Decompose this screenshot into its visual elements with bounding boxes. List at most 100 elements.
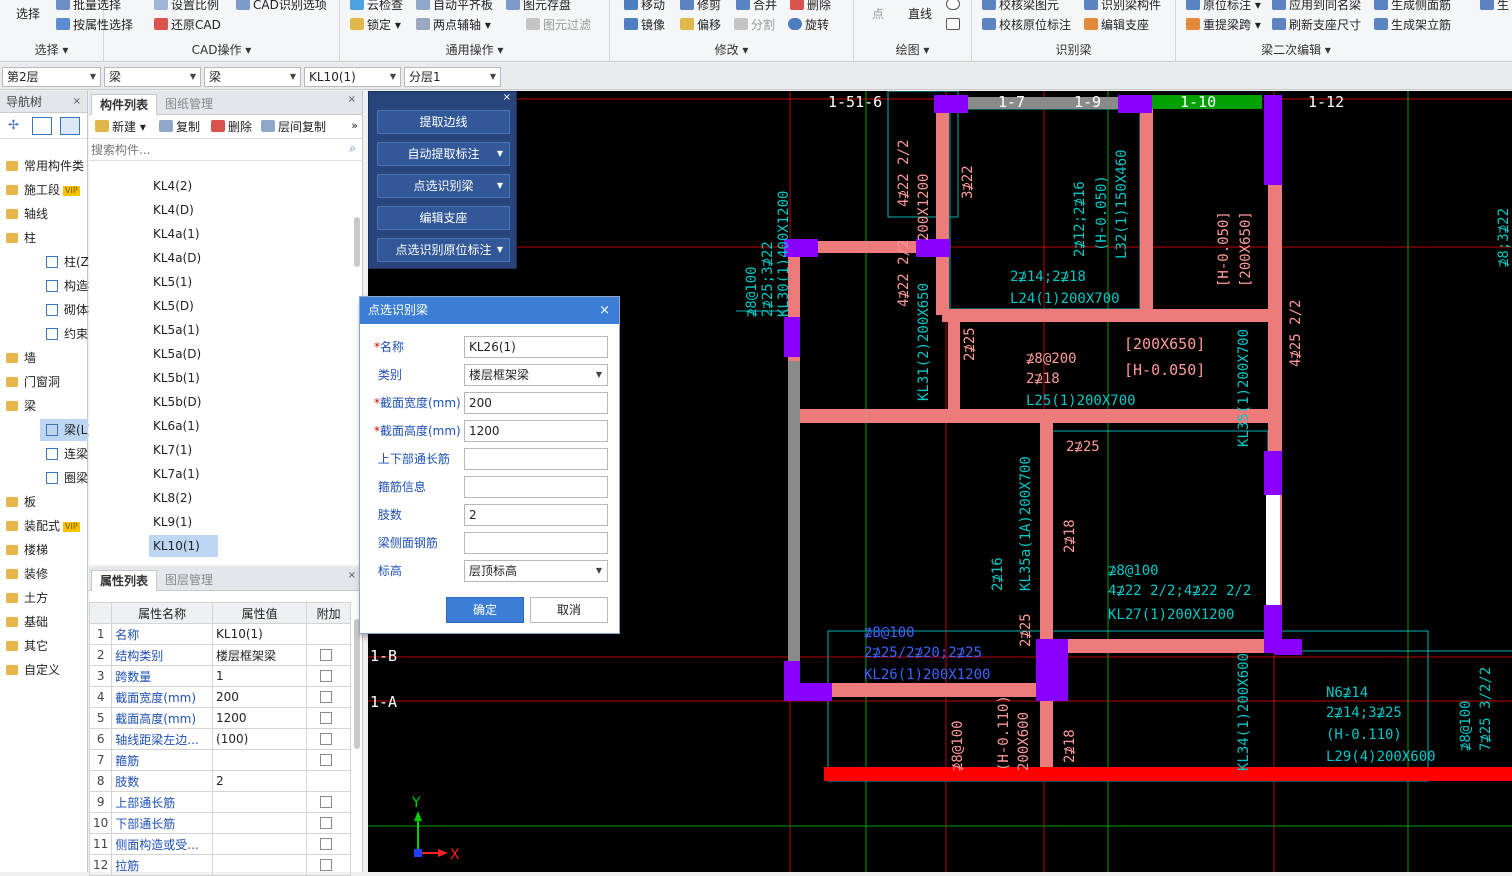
nav-item[interactable]: 楼梯 — [0, 539, 48, 561]
offset-button[interactable]: 偏移 — [680, 17, 721, 33]
checkbox[interactable] — [320, 691, 333, 703]
copy-between-floors-button[interactable]: 层间复制 — [261, 119, 326, 135]
set-scale-button[interactable]: 设置比例 — [154, 0, 219, 13]
tab-property-list[interactable]: 属性列表 — [91, 570, 158, 591]
table-row[interactable]: 2 结构类别 楼层框架梁 — [88, 644, 351, 666]
ribbon-group-label[interactable]: 梁二次编辑 ▾ — [1176, 41, 1416, 58]
nav-item[interactable]: 轴线 — [0, 203, 48, 225]
search-icon[interactable]: ⌕ — [349, 141, 356, 156]
nav-item[interactable]: 板 — [0, 491, 36, 513]
scrollbar[interactable] — [354, 619, 360, 749]
rect-button[interactable] — [946, 17, 963, 33]
apply-same-name-button[interactable]: 应用到同名梁 — [1272, 0, 1361, 13]
checkbox[interactable] — [320, 733, 333, 745]
property-value[interactable]: 1 — [212, 665, 308, 687]
nav-item[interactable]: 基础 — [0, 611, 48, 633]
component-select[interactable]: KL10(1) ▼ — [304, 67, 401, 87]
ribbon-group-label[interactable]: 修改 ▾ — [610, 41, 853, 58]
component-search-input[interactable] — [91, 141, 355, 159]
nav-item[interactable]: 装修 — [0, 563, 48, 585]
table-row[interactable]: 3 跨数量 1 — [88, 665, 351, 687]
more-icon[interactable]: » — [351, 119, 358, 132]
auto-align-slab-button[interactable]: 自动平齐板 — [416, 0, 493, 13]
floor-select[interactable]: 第2层 ▼ — [2, 67, 101, 87]
component-item[interactable]: KL9(1) — [149, 511, 218, 533]
tool-button[interactable]: 点选识别梁 ▼ — [377, 174, 510, 198]
nav-item[interactable]: 约束 — [0, 323, 88, 345]
nav-item[interactable]: 门窗洞 — [0, 371, 60, 393]
component-item[interactable]: KL5(D) — [149, 295, 218, 317]
property-value[interactable]: 2 — [212, 770, 308, 792]
field-input[interactable]: 1200 — [464, 420, 608, 442]
table-row[interactable]: 8 肢数 2 — [88, 770, 351, 792]
table-row[interactable]: 9 上部通长筋 — [88, 791, 351, 813]
point-button[interactable]: 点 — [872, 6, 884, 22]
nav-item[interactable]: 常用构件类 — [0, 155, 84, 177]
save-elements-button[interactable]: 图元存盘 — [506, 0, 571, 13]
nav-item[interactable]: 自定义 — [0, 659, 60, 681]
component-item[interactable]: KL5a(1) — [149, 319, 218, 341]
rotate-button[interactable]: 旋转 — [788, 17, 829, 33]
move-button[interactable]: 移动 — [624, 0, 665, 13]
component-item[interactable]: KL5b(D) — [149, 391, 218, 413]
close-icon[interactable]: × — [599, 297, 610, 324]
checkbox[interactable] — [320, 859, 333, 871]
component-item[interactable]: KL10(1) — [149, 535, 218, 557]
property-value[interactable]: 1200 — [212, 707, 308, 729]
table-row[interactable]: 10 下部通长筋 — [88, 812, 351, 834]
checkbox[interactable] — [320, 712, 333, 724]
pin-icon[interactable]: ✢ — [8, 118, 19, 133]
close-icon[interactable]: × — [348, 570, 356, 581]
table-row[interactable]: 1 名称 KL10(1) — [88, 623, 351, 645]
check-in-place-button[interactable]: 校核原位标注 — [982, 17, 1071, 33]
element-filter-button[interactable]: 图元过滤 — [526, 17, 591, 33]
tool-button[interactable]: 编辑支座 — [377, 206, 510, 230]
mirror-button[interactable]: 镜像 — [624, 17, 665, 33]
component-item[interactable]: KL4a(1) — [149, 223, 218, 245]
component-item[interactable]: KL4(2) — [149, 175, 218, 197]
table-row[interactable]: 12 拉筋 — [88, 854, 351, 876]
field-input[interactable] — [464, 476, 608, 498]
close-icon[interactable]: × — [73, 91, 81, 113]
check-beam-button[interactable]: 校核梁图元 — [982, 0, 1059, 13]
field-select[interactable]: 楼层框架梁 ▼ — [464, 364, 608, 386]
cad-options-button[interactable]: CAD识别选项 — [236, 0, 327, 13]
property-value[interactable] — [212, 749, 308, 771]
ok-button[interactable]: 确定 — [446, 597, 524, 623]
property-value[interactable]: 楼层框架梁 — [212, 644, 308, 666]
table-row[interactable]: 11 侧面构造或受... — [88, 833, 351, 855]
generate-erection-bar-button[interactable]: 生成架立筋 — [1374, 17, 1451, 33]
nav-item[interactable]: 墙 — [0, 347, 36, 369]
table-row[interactable]: 6 轴线距梁左边... (100) — [88, 728, 351, 750]
component-item[interactable]: KL6a(1) — [149, 415, 218, 437]
nav-item[interactable]: 圈梁 — [0, 467, 88, 489]
tab-component-list[interactable]: 构件列表 — [91, 94, 158, 115]
checkbox[interactable] — [320, 670, 333, 682]
property-value[interactable] — [212, 833, 308, 855]
property-value[interactable]: 200 — [212, 686, 308, 708]
field-input[interactable]: KL26(1) — [464, 336, 608, 358]
tool-button[interactable]: 点选识别原位标注 ▼ — [377, 238, 510, 262]
property-value[interactable]: KL10(1) — [212, 623, 308, 645]
merge-button[interactable]: 合并 — [736, 0, 777, 13]
table-row[interactable]: 5 截面高度(mm) 1200 — [88, 707, 351, 729]
new-component-button[interactable]: 新建 ▾ — [95, 119, 146, 135]
tool-button[interactable]: 自动提取标注 ▼ — [377, 142, 510, 166]
tool-button[interactable]: 提取边线 — [377, 110, 510, 134]
list-view-icon[interactable] — [32, 117, 52, 135]
nav-item[interactable]: 梁 — [0, 395, 36, 417]
tree-view-icon[interactable] — [60, 117, 80, 135]
property-value[interactable]: (100) — [212, 728, 308, 750]
property-value[interactable] — [212, 812, 308, 834]
table-row[interactable]: 4 截面宽度(mm) 200 — [88, 686, 351, 708]
two-point-axis-button[interactable]: 两点辅轴 ▾ — [416, 17, 491, 33]
checkbox[interactable] — [320, 817, 333, 829]
field-input[interactable] — [464, 532, 608, 554]
component-item[interactable]: KL4a(D) — [149, 247, 218, 269]
delete-component-button[interactable]: 删除 — [211, 119, 252, 135]
nav-item[interactable]: 其它 — [0, 635, 48, 657]
component-item[interactable]: KL4(D) — [149, 199, 218, 221]
ribbon-group-label[interactable]: 绘图 ▾ — [854, 41, 971, 58]
ribbon-group-label[interactable]: 通用操作 ▾ — [340, 41, 609, 58]
line-button[interactable]: 直线 — [908, 6, 932, 22]
